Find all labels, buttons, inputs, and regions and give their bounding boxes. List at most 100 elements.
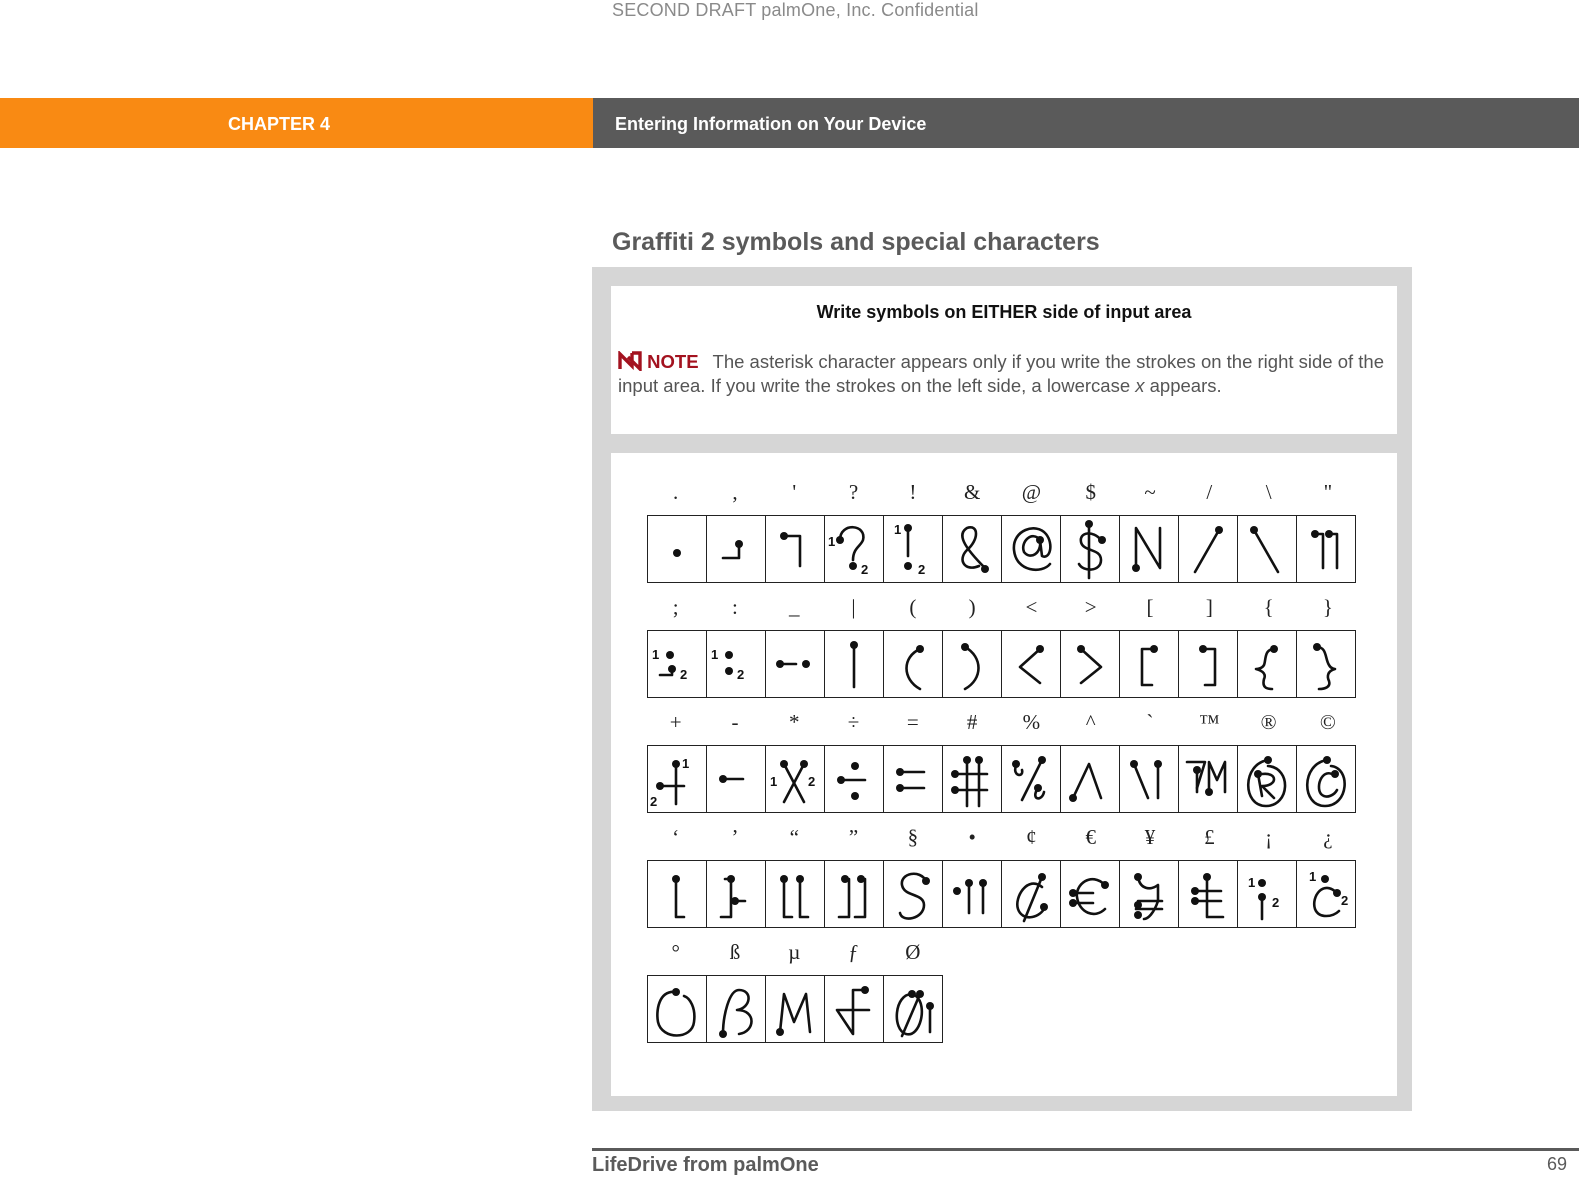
svg-text:1: 1 xyxy=(828,534,835,549)
stroke-cell xyxy=(707,516,766,582)
pipe-stroke-icon xyxy=(850,641,858,689)
symbol-label-row: + - * ÷ = #% ^ ` ™ ® © xyxy=(646,707,1358,737)
symbol-label: “ xyxy=(789,825,799,849)
svg-text:2: 2 xyxy=(737,667,744,682)
minus-stroke-icon xyxy=(719,775,745,783)
tilde-stroke-icon xyxy=(1132,526,1162,572)
at-stroke-icon xyxy=(1012,527,1052,572)
stroke-cell: 12 xyxy=(1238,861,1297,927)
symbol-label: • xyxy=(968,825,976,849)
stroke-cell xyxy=(1002,861,1061,927)
symbol-label: @ xyxy=(1021,480,1042,504)
rdquo-stroke-icon xyxy=(837,875,867,919)
note-text-before: The asterisk character appears only if y… xyxy=(618,351,1385,396)
stroke-cell: 12 xyxy=(766,746,825,812)
stroke-cell: 12 xyxy=(648,746,707,812)
symbol-label: . xyxy=(673,480,679,504)
symbol-label: / xyxy=(1206,480,1213,504)
footer-book-title: LifeDrive from palmOne xyxy=(592,1154,819,1176)
symbol-label-row: ‘ ’ “ ” § • ¢ € ¥ £ ¡ ¿ xyxy=(646,822,1358,852)
slash-stroke-icon xyxy=(1193,526,1223,574)
svg-text:1: 1 xyxy=(1248,875,1255,890)
stroke-cell xyxy=(648,516,707,582)
svg-text:2: 2 xyxy=(650,794,657,809)
stroke-cell xyxy=(1120,516,1179,582)
stroke-cell xyxy=(1120,631,1179,697)
symbol-label: ` xyxy=(1146,710,1154,734)
symbol-label: ? xyxy=(848,480,859,504)
symbol-label: ) xyxy=(968,595,976,619)
symbol-label: " xyxy=(1323,480,1333,504)
rbracket-stroke-icon xyxy=(1199,645,1217,687)
symbol-label: % xyxy=(1022,710,1041,734)
stroke-cell xyxy=(1002,746,1061,812)
rparen-stroke-icon xyxy=(961,643,980,691)
symbol-label: ¡ xyxy=(1265,825,1273,849)
stroke-cell xyxy=(943,861,1002,927)
stroke-cell-row: 1212 xyxy=(647,630,1356,698)
stroke-cell xyxy=(943,516,1002,582)
iquest-stroke-icon: 12 xyxy=(1309,869,1348,918)
stroke-cell xyxy=(1238,631,1297,697)
stroke-cell xyxy=(1179,516,1238,582)
svg-text:2: 2 xyxy=(808,774,815,789)
symbol-label: ƒ xyxy=(848,940,859,964)
stroke-cell xyxy=(884,631,943,697)
stroke-cell xyxy=(707,861,766,927)
symbol-label: ® xyxy=(1260,710,1277,734)
florin-stroke-icon xyxy=(835,986,871,1036)
stroke-cell xyxy=(1179,631,1238,697)
svg-text:1: 1 xyxy=(652,647,659,662)
symbol-label: , xyxy=(732,480,738,504)
note-text-italic: x xyxy=(1135,375,1145,396)
stroke-cell xyxy=(1002,631,1061,697)
gt-stroke-icon xyxy=(1077,645,1103,685)
symbol-label: Ø xyxy=(905,940,921,964)
ampersand-stroke-icon xyxy=(961,526,989,573)
confidential-watermark: SECOND DRAFT palmOne, Inc. Confidential xyxy=(612,0,979,20)
stroke-cell xyxy=(1179,746,1238,812)
info-box: Write symbols on EITHER side of input ar… xyxy=(611,286,1397,434)
symbol-label: } xyxy=(1322,595,1333,619)
symbol-label-row: ;: _ | () < > [] {} xyxy=(646,592,1358,622)
symbol-label: = xyxy=(906,710,919,734)
symbol-label: ÷ xyxy=(847,710,860,734)
symbol-label: : xyxy=(732,595,738,619)
svg-text:1: 1 xyxy=(711,647,718,662)
euro-stroke-icon xyxy=(1069,877,1109,916)
symbol-label: | xyxy=(851,595,856,619)
quote-stroke-icon xyxy=(1311,530,1339,570)
symbol-label: - xyxy=(731,710,739,734)
dollar-stroke-icon xyxy=(1077,520,1106,580)
section-stroke-icon xyxy=(898,872,930,920)
stroke-cell xyxy=(943,631,1002,697)
cent-stroke-icon xyxy=(1016,873,1048,923)
svg-text:2: 2 xyxy=(1341,893,1348,908)
stroke-cell xyxy=(884,746,943,812)
eszett-stroke-icon xyxy=(719,988,753,1038)
stroke-cell xyxy=(707,976,766,1042)
lt-stroke-icon xyxy=(1018,645,1044,685)
stroke-cell xyxy=(884,861,943,927)
symbol-label: ‘ xyxy=(672,825,680,849)
svg-text:2: 2 xyxy=(680,667,687,682)
svg-text:2: 2 xyxy=(918,562,925,577)
symbol-label: < xyxy=(1025,595,1038,619)
backslash-stroke-icon xyxy=(1250,526,1280,574)
oslash-stroke-icon xyxy=(895,990,934,1038)
svg-text:1: 1 xyxy=(770,774,777,789)
svg-text:1: 1 xyxy=(894,522,901,537)
stroke-cell-row: 1212 xyxy=(647,860,1356,928)
stroke-cell xyxy=(825,631,884,697)
stroke-cell: 12 xyxy=(707,631,766,697)
svg-text:2: 2 xyxy=(1272,895,1279,910)
symbol-label: ” xyxy=(848,825,859,849)
backtick-stroke-icon xyxy=(1130,760,1162,800)
percent-stroke-icon xyxy=(1012,756,1046,802)
section-title: Graffiti 2 symbols and special character… xyxy=(612,228,1100,256)
degree-stroke-icon xyxy=(656,988,696,1037)
stroke-cell xyxy=(825,746,884,812)
chapter-title: Entering Information on Your Device xyxy=(615,114,927,134)
symbol-table: ., '?! & @ $ ~ / \ " 1 2 1 2;: _ |() < >[]{} 1 2 1 2 + - * ÷ = #% ^… xyxy=(611,453,1397,1096)
stroke-cell xyxy=(648,976,707,1042)
